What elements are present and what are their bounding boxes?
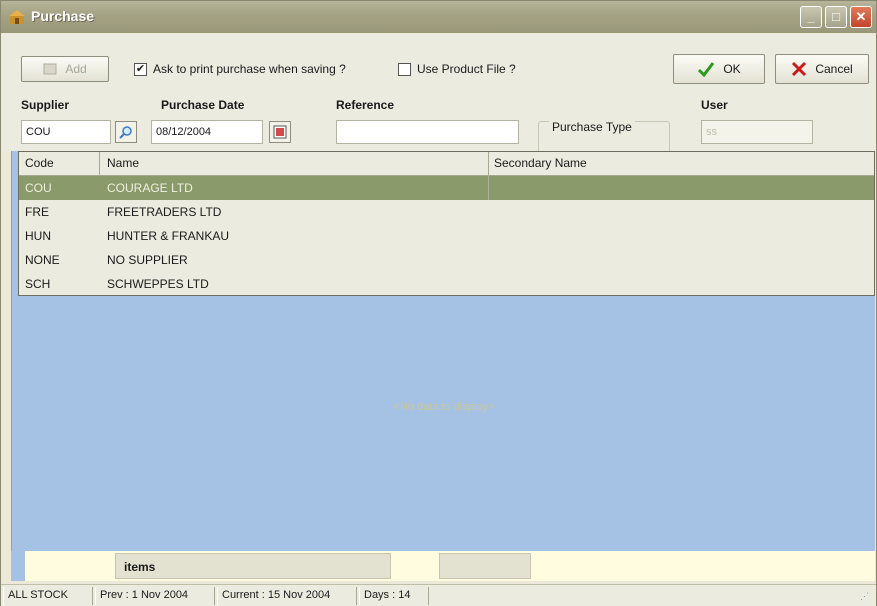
cancel-button[interactable]: Cancel	[775, 54, 869, 84]
table-row[interactable]: SCH SCHWEPPES LTD	[19, 272, 874, 296]
totals-footer: items	[11, 551, 875, 581]
table-row[interactable]: FRE FREETRADERS LTD	[19, 200, 874, 224]
purchase-window: Purchase _ □ ✕ Add ✔ Ask to print purcha…	[0, 0, 877, 606]
col-secondary-header[interactable]: Secondary Name	[494, 156, 587, 170]
supplier-dropdown[interactable]: Code Name Secondary Name COU COURAGE LTD…	[18, 151, 875, 296]
total-cell	[439, 553, 531, 579]
add-button-label: Add	[65, 62, 87, 76]
col-name-header[interactable]: Name	[107, 156, 139, 170]
status-prev: Prev : 1 Nov 2004	[95, 587, 215, 605]
date-picker-button[interactable]	[269, 121, 291, 143]
row-code: NONE	[25, 253, 60, 267]
row-code: SCH	[25, 277, 51, 291]
purchase-date-field[interactable]: 08/12/2004	[151, 120, 263, 144]
row-name: SCHWEPPES LTD	[107, 277, 209, 291]
use-product-box	[398, 62, 411, 76]
row-code: HUN	[25, 229, 51, 243]
row-name: NO SUPPLIER	[107, 253, 188, 267]
items-label: items	[124, 560, 156, 574]
calendar-icon	[273, 125, 287, 139]
resize-grip-icon[interactable]: ⋰	[860, 591, 872, 603]
search-icon	[119, 126, 132, 139]
supplier-label: Supplier	[21, 98, 70, 112]
supplier-field[interactable]: COU	[21, 120, 111, 144]
user-label: User	[701, 98, 728, 112]
title-bar[interactable]: Purchase _ □ ✕	[1, 1, 876, 33]
status-bar: ALL STOCK Prev : 1 Nov 2004 Current : 15…	[1, 584, 876, 606]
row-name: HUNTER & FRANKAU	[107, 229, 230, 243]
use-product-checkbox[interactable]: Use Product File ?	[398, 62, 516, 76]
purchase-type-label: Purchase Type	[549, 120, 635, 134]
status-days: Days : 14	[359, 587, 429, 605]
add-button[interactable]: Add	[21, 56, 109, 82]
reference-field[interactable]	[336, 120, 519, 144]
use-product-label: Use Product File ?	[417, 62, 516, 76]
user-field: ss	[701, 120, 813, 144]
cancel-x-icon	[792, 61, 807, 77]
grid-header: Code Name Secondary Name	[19, 152, 874, 176]
ok-button-label: OK	[723, 62, 741, 76]
toolbar: Add ✔ Ask to print purchase when saving …	[1, 34, 876, 94]
col-code-header[interactable]: Code	[25, 156, 54, 170]
close-button[interactable]: ✕	[850, 6, 872, 28]
status-stock: ALL STOCK	[3, 587, 93, 605]
items-count-cell: items	[115, 553, 391, 579]
table-row[interactable]: COU COURAGE LTD	[19, 176, 874, 200]
ask-print-checkbox[interactable]: ✔ Ask to print purchase when saving ?	[134, 62, 346, 76]
table-row[interactable]: NONE NO SUPPLIER	[19, 248, 874, 272]
table-row[interactable]: HUN HUNTER & FRANKAU	[19, 224, 874, 248]
minimize-button[interactable]: _	[800, 6, 822, 28]
reference-label: Reference	[336, 98, 395, 112]
row-code: COU	[25, 181, 52, 195]
row-name: FREETRADERS LTD	[107, 205, 222, 219]
ask-print-label: Ask to print purchase when saving ?	[153, 62, 346, 76]
row-name: COURAGE LTD	[107, 181, 193, 195]
app-icon	[9, 10, 25, 24]
supplier-lookup-button[interactable]	[115, 121, 137, 143]
maximize-button[interactable]: □	[825, 6, 847, 28]
cancel-button-label: Cancel	[815, 62, 853, 76]
window-title: Purchase	[31, 8, 95, 24]
add-icon	[43, 63, 57, 75]
ok-button[interactable]: OK	[673, 54, 765, 84]
purchase-date-label: Purchase Date	[161, 98, 245, 112]
row-code: FRE	[25, 205, 49, 219]
checkmark-icon	[698, 62, 715, 77]
ask-print-checkmark: ✔	[134, 62, 147, 76]
status-current: Current : 15 Nov 2004	[217, 587, 357, 605]
no-data-message: <No data to display>	[393, 401, 495, 413]
